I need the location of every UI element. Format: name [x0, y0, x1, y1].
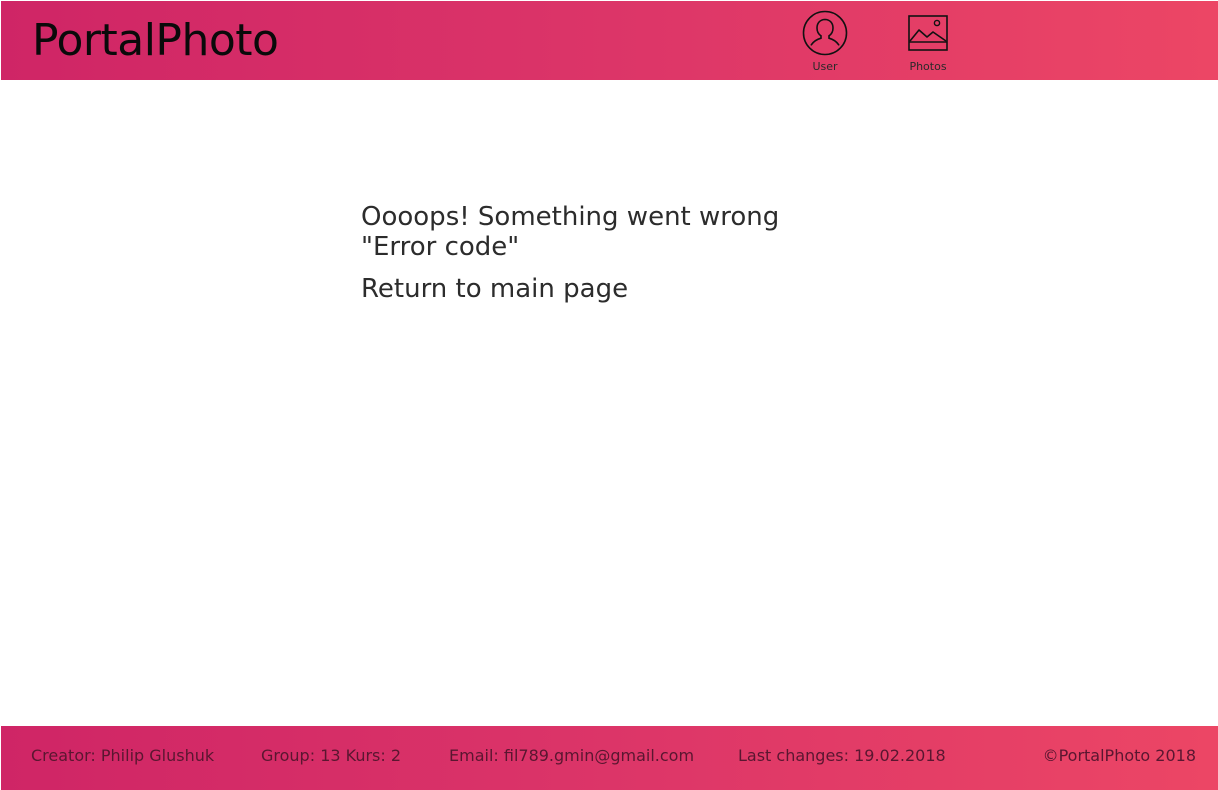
site-logo[interactable]: PortalPhoto: [32, 15, 279, 67]
header-bar: PortalPhoto User Photos: [1, 1, 1218, 80]
footer-group: Group: 13 Kurs: 2: [261, 746, 402, 765]
nav-photos-button[interactable]: Photos: [893, 10, 963, 76]
nav-user-label: User: [812, 60, 838, 73]
nav-photos-label: Photos: [909, 60, 947, 73]
return-to-main-link[interactable]: Return to main page: [361, 274, 861, 304]
footer-creator: Creator: Philip Glushuk: [31, 746, 215, 765]
page: PortalPhoto User Photos Oooops! Somethin…: [0, 0, 1218, 790]
footer-email: Email: fil789.gmin@gmail.com: [449, 746, 695, 765]
footer-copyright: ©PortalPhoto 2018: [1042, 746, 1196, 765]
error-code: "Error code": [361, 232, 520, 262]
user-icon: [802, 10, 848, 56]
photos-icon: [908, 15, 948, 51]
footer-bar: Creator: Philip Glushuk Group: 13 Kurs: …: [1, 726, 1218, 790]
error-message: Oooops! Something went wrong: [361, 202, 780, 232]
footer-last-changes: Last changes: 19.02.2018: [738, 746, 946, 765]
error-content: Oooops! Something went wrong "Error code…: [361, 202, 861, 304]
nav-user-button[interactable]: User: [790, 10, 860, 76]
